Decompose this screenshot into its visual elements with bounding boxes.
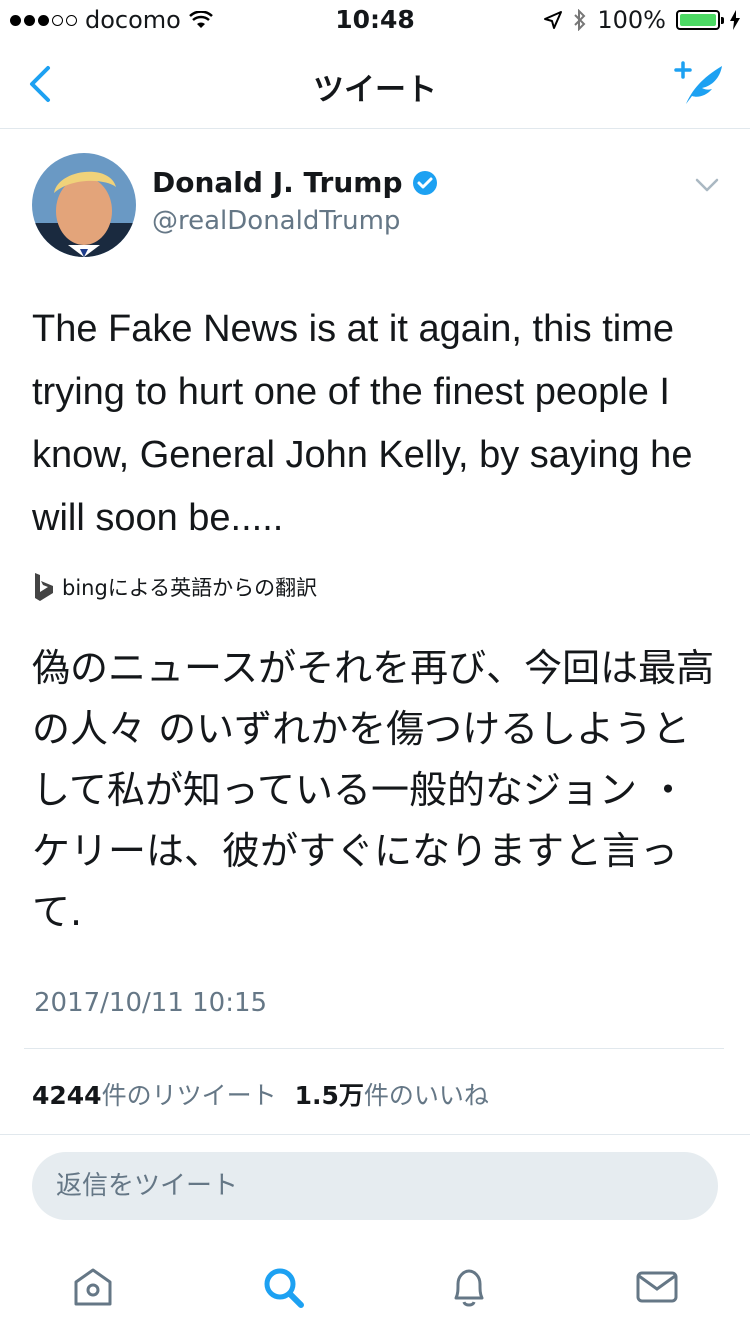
retweets-label: 件のリツイート [101, 1081, 277, 1110]
engagement-stats: 4244件のリツイート 1.5万件のいいね [32, 1076, 489, 1112]
search-icon[interactable] [258, 1262, 308, 1312]
tweet-timestamp: 2017/10/11 10:15 [34, 988, 268, 1018]
navigation-bar: ツイート [0, 40, 750, 129]
chevron-down-icon[interactable] [694, 176, 720, 194]
messages-icon[interactable] [632, 1262, 682, 1312]
retweets-count: 4244 [32, 1081, 102, 1110]
status-indicators: 100% [543, 6, 740, 34]
verified-badge-icon [413, 170, 438, 195]
page-title: ツイート [313, 72, 437, 108]
avatar[interactable] [32, 153, 136, 257]
tab-bar [0, 1244, 750, 1334]
battery-icon [676, 10, 724, 30]
divider [0, 1134, 750, 1135]
likes-label: 件のいいね [363, 1081, 489, 1110]
likes-count: 1.5万 [294, 1081, 364, 1110]
home-icon[interactable] [68, 1262, 118, 1312]
status-bar: docomo 10:48 100% [0, 0, 750, 40]
tweet-text: The Fake News is at it again, this time … [32, 308, 693, 539]
battery-percentage: 100% [597, 6, 666, 34]
divider [24, 1048, 724, 1049]
likes-stat[interactable]: 1.5万件のいいね [295, 1076, 489, 1112]
charging-bolt-icon [730, 10, 740, 30]
translated-text: 偽のニュースがそれを再び、今回は最高の人々 のいずれかを傷つけるしようとして私が… [32, 646, 715, 934]
translation-attribution: bingによる英語からの翻訳 [32, 572, 317, 602]
bing-logo-icon [35, 573, 53, 601]
retweets-stat[interactable]: 4244件のリツイート [32, 1076, 277, 1112]
bluetooth-icon [574, 9, 586, 31]
reply-input[interactable]: 返信をツイート [32, 1152, 718, 1220]
profile-photo [32, 153, 136, 257]
author-name[interactable]: Donald J. Trump [152, 166, 402, 199]
author-name-row[interactable]: Donald J. Trump [152, 166, 438, 199]
location-arrow-icon [544, 11, 563, 29]
notifications-icon[interactable] [444, 1262, 494, 1312]
compose-tweet-icon[interactable] [672, 56, 728, 112]
translation-source-label: bingによる英語からの翻訳 [62, 576, 318, 600]
author-handle[interactable]: @realDonaldTrump [152, 206, 400, 236]
